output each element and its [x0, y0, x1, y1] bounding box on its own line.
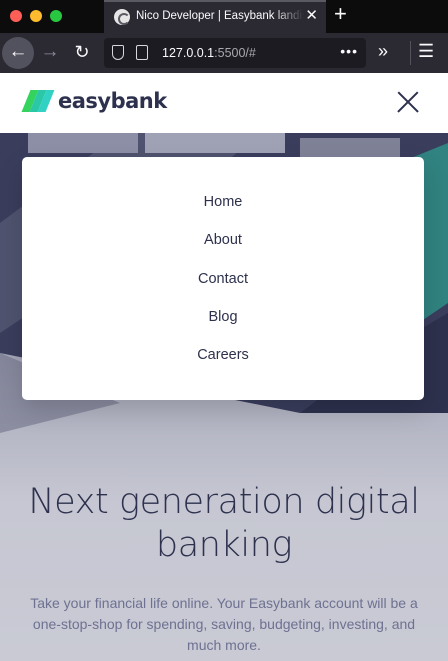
close-menu-icon[interactable]: [396, 90, 420, 114]
zoom-window-button[interactable]: [50, 10, 62, 22]
site-header: easybank: [0, 73, 448, 133]
reload-button[interactable]: ↻: [66, 37, 98, 69]
nav-item-home[interactable]: Home: [22, 193, 424, 231]
page-info-icon[interactable]: [136, 45, 148, 60]
browser-tab[interactable]: Nico Developer | Easybank landing page ✕: [104, 0, 326, 33]
logo-text: easybank: [58, 89, 167, 113]
logo-icon: [21, 90, 55, 112]
address-bar[interactable]: 127.0.0.1:5500/# •••: [104, 38, 366, 68]
browser-toolbar: ← → ↻ 127.0.0.1:5500/# ••• » ☰: [0, 33, 448, 73]
tab-close-icon[interactable]: ✕: [305, 8, 318, 23]
hero-title: Next generation digital banking: [28, 482, 420, 565]
nav-item-about[interactable]: About: [22, 231, 424, 269]
back-button[interactable]: ←: [2, 37, 34, 69]
url-host: 127.0.0.1: [162, 46, 215, 60]
hero-content: Next generation digital banking Take you…: [0, 481, 448, 656]
minimize-window-button[interactable]: [30, 10, 42, 22]
tab-title: Nico Developer | Easybank landing page: [136, 10, 304, 22]
url-path: :5500/#: [214, 46, 256, 60]
nav-item-careers[interactable]: Careers: [22, 346, 424, 384]
nav-item-contact[interactable]: Contact: [22, 270, 424, 308]
hero-description: Take your financial life online. Your Ea…: [30, 595, 418, 653]
mobile-nav-menu: Home About Contact Blog Careers: [22, 157, 424, 400]
toolbar-overflow-button[interactable]: »: [378, 42, 388, 60]
page-actions-button[interactable]: •••: [340, 43, 358, 59]
toolbar-separator: [410, 41, 411, 65]
favicon-icon: [114, 9, 130, 25]
nav-item-blog[interactable]: Blog: [22, 308, 424, 346]
site-logo[interactable]: easybank: [21, 89, 167, 113]
forward-button[interactable]: →: [34, 37, 66, 69]
new-tab-button[interactable]: +: [334, 3, 347, 25]
url-text[interactable]: 127.0.0.1:5500/#: [162, 46, 256, 60]
app-menu-button[interactable]: ☰: [418, 42, 434, 60]
page-viewport: easybank Home About Contact Blog Careers…: [0, 73, 448, 661]
browser-titlebar: Nico Developer | Easybank landing page ✕…: [0, 0, 448, 33]
tracking-shield-icon[interactable]: [112, 45, 124, 60]
close-window-button[interactable]: [10, 10, 22, 22]
